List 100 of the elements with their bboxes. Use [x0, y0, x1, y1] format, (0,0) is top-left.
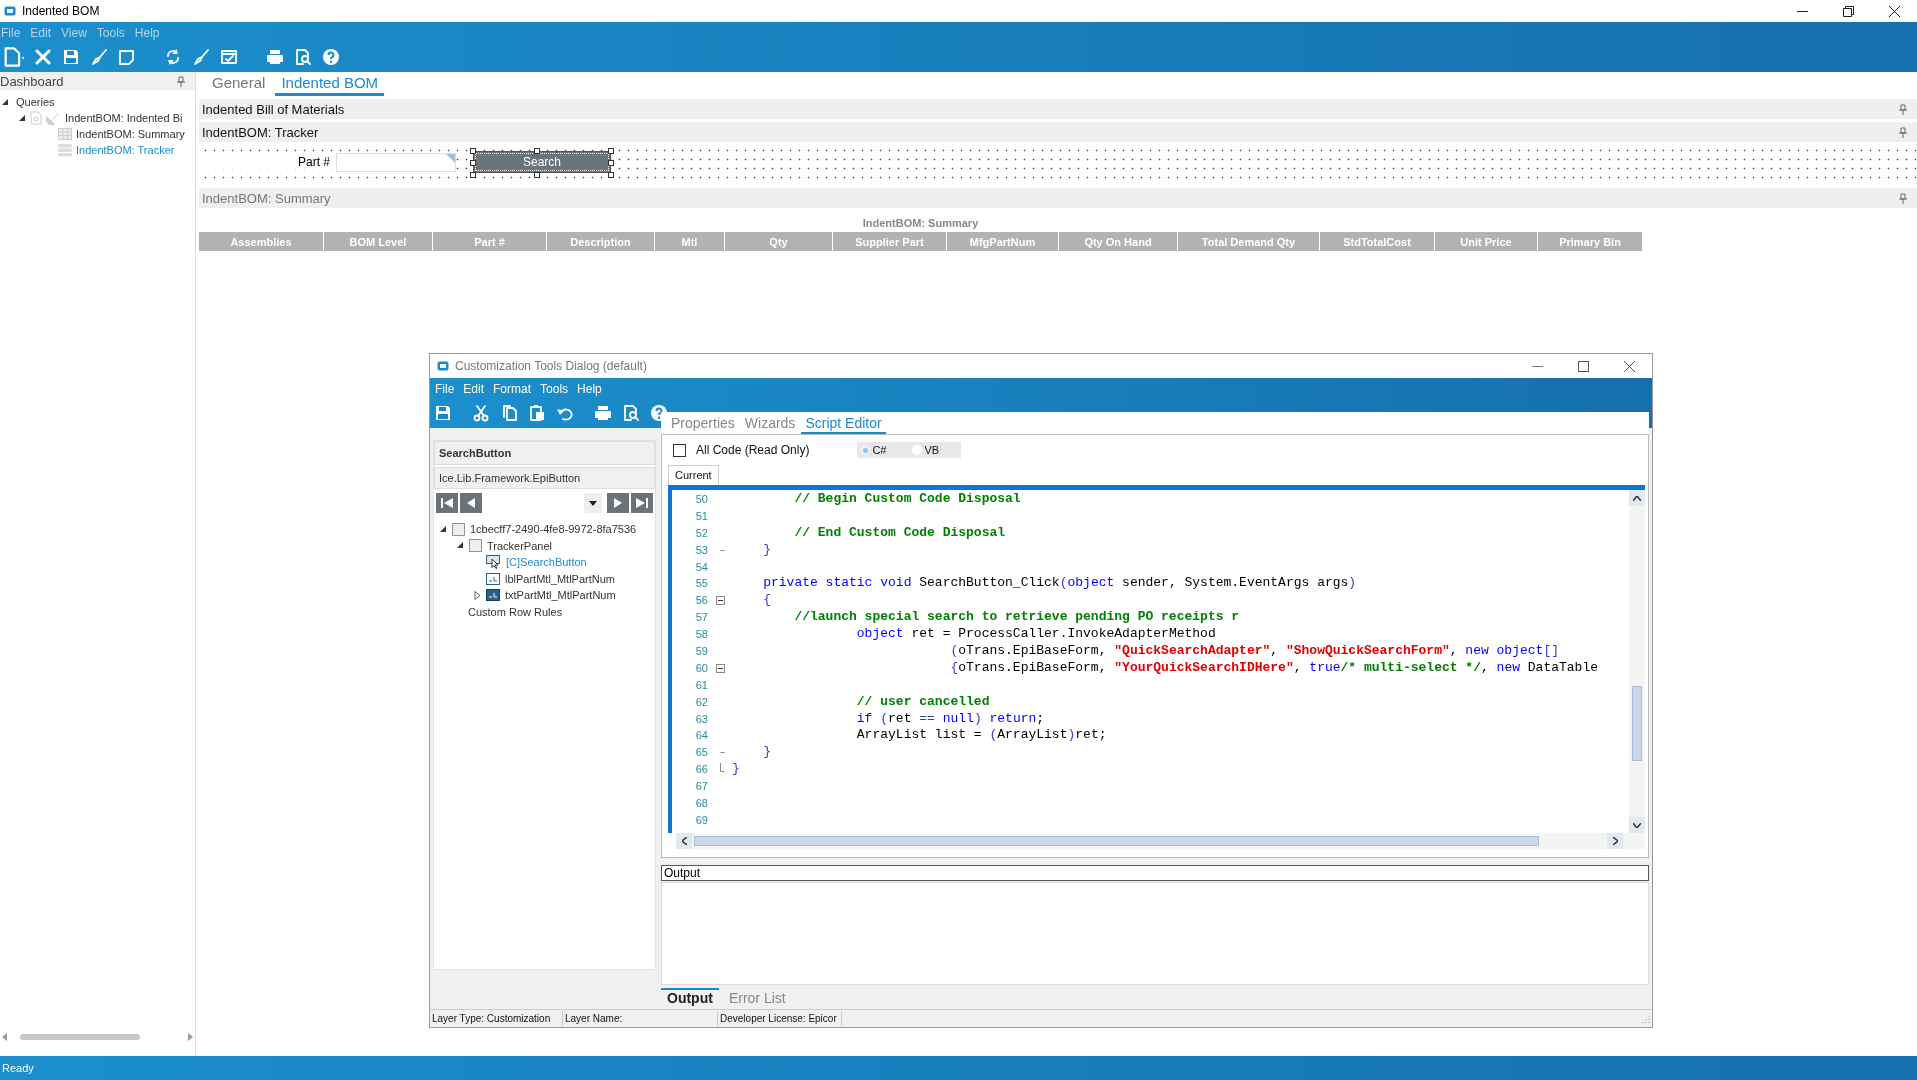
- collapse-icon[interactable]: [715, 596, 725, 606]
- save-icon[interactable]: [62, 48, 80, 66]
- line-number: 63: [695, 711, 708, 727]
- restore-icon[interactable]: [1842, 5, 1854, 17]
- pin-icon[interactable]: [177, 75, 185, 87]
- line-number: 57: [695, 610, 708, 626]
- column-header[interactable]: Qty On Hand: [1059, 232, 1178, 251]
- save-icon[interactable]: [434, 404, 452, 422]
- brush-icon[interactable]: [90, 48, 108, 66]
- menu-item[interactable]: Format: [493, 382, 532, 396]
- column-header[interactable]: Mtl: [655, 232, 725, 251]
- code-line: (oTrans.EpiBaseForm, "QuickSearchAdapter", "ShowQuickSearchForm", new object[]: [949, 643, 1559, 660]
- line-number: 62: [695, 694, 708, 710]
- new-document-icon[interactable]: [2, 46, 24, 68]
- column-header[interactable]: StdTotalCost: [1320, 232, 1435, 251]
- scroll-right-icon[interactable]: [1607, 833, 1623, 849]
- tree-item[interactable]: txtPartMtl_MtlPartNum: [505, 589, 616, 602]
- brush-icon[interactable]: [192, 48, 210, 66]
- first-button[interactable]: [436, 493, 458, 513]
- status-text: Developer License: Epicor: [718, 1011, 842, 1026]
- code-line: ArrayList list = (ArrayList)ret;: [855, 727, 1107, 745]
- app-icon: [4, 6, 16, 16]
- tree-item[interactable]: TrackerPanel: [487, 539, 552, 552]
- close-icon[interactable]: [1623, 360, 1635, 372]
- tab[interactable]: Error List: [722, 988, 792, 1008]
- collapsed-arrow-icon[interactable]: [474, 590, 481, 600]
- pin-icon[interactable]: [1899, 126, 1907, 138]
- resize-handle[interactable]: [534, 172, 540, 178]
- column-header[interactable]: Primary Bin: [1538, 232, 1643, 251]
- column-header[interactable]: MfgPartNum: [947, 232, 1059, 251]
- refresh-icon[interactable]: [164, 48, 182, 66]
- menu-item[interactable]: Help: [577, 382, 602, 396]
- column-header[interactable]: Description: [547, 232, 655, 251]
- column-header[interactable]: Qty: [725, 232, 833, 251]
- paste-icon[interactable]: [528, 404, 546, 422]
- radio-button[interactable]: [860, 445, 871, 455]
- tree-item[interactable]: Queries: [16, 96, 55, 108]
- tree-item[interactable]: Custom Row Rules: [468, 605, 563, 618]
- column-header[interactable]: Part #: [433, 232, 547, 251]
- checklist-window-icon[interactable]: [220, 48, 238, 66]
- textbox-icon: [486, 589, 500, 602]
- last-button[interactable]: [631, 493, 653, 513]
- help-icon[interactable]: [322, 48, 340, 66]
- last-icon: [634, 496, 650, 510]
- part-number-field[interactable]: [336, 152, 456, 172]
- dropdown-button[interactable]: [584, 493, 602, 513]
- tab[interactable]: Properties: [667, 415, 739, 434]
- pin-icon[interactable]: [1899, 192, 1907, 204]
- code-line: if (ret == null) return;: [855, 710, 1045, 728]
- resize-handle[interactable]: [534, 148, 540, 154]
- expanded-arrow-icon[interactable]: [2, 98, 9, 106]
- scroll-up-icon[interactable]: [1629, 490, 1645, 506]
- close-icon[interactable]: [1888, 5, 1900, 17]
- column-header[interactable]: Supplier Part: [833, 232, 947, 251]
- tree-item[interactable]: IndentBOM: Summary: [76, 128, 185, 140]
- tree-item[interactable]: lblPartMtl_MtlPartNum: [505, 572, 616, 585]
- note-icon[interactable]: [118, 48, 136, 66]
- collapse-icon[interactable]: [715, 663, 725, 673]
- tree-item[interactable]: IndentBOM: Tracker: [76, 144, 175, 156]
- tab[interactable]: Output: [661, 988, 719, 1008]
- previous-button[interactable]: [460, 493, 482, 513]
- tree-item[interactable]: [C]SearchButton: [506, 556, 587, 569]
- window-title: Indented BOM: [22, 4, 100, 18]
- checkbox[interactable]: [673, 443, 686, 457]
- cut-icon[interactable]: [472, 404, 490, 422]
- next-button[interactable]: [607, 493, 629, 513]
- menu-item[interactable]: Edit: [463, 382, 485, 396]
- tab[interactable]: General: [206, 74, 272, 96]
- document-search-icon: [29, 111, 43, 125]
- column-header[interactable]: Assemblies: [199, 232, 324, 251]
- print-icon[interactable]: [594, 404, 612, 422]
- maximize-icon[interactable]: [1577, 360, 1589, 372]
- preview-icon[interactable]: [294, 48, 312, 66]
- code-line: // End Custom Code Disposal: [793, 524, 1006, 542]
- code-line: // Begin Custom Code Disposal: [793, 491, 1021, 508]
- code-line: {oTrans.EpiBaseForm, "YourQuickSearchIDHere", true/* multi-select */, new DataTable: [949, 659, 1598, 677]
- menu-item[interactable]: File: [435, 382, 455, 396]
- column-header[interactable]: Unit Price: [1435, 232, 1538, 251]
- expanded-arrow-icon[interactable]: [440, 525, 447, 533]
- resize-grip-icon[interactable]: [1642, 1014, 1650, 1023]
- column-header[interactable]: BOM Level: [324, 232, 433, 251]
- pin-icon[interactable]: [1899, 103, 1907, 115]
- print-icon[interactable]: [266, 48, 284, 66]
- tab[interactable]: Indented BOM: [275, 74, 385, 96]
- line-number: 68: [695, 796, 708, 812]
- tab[interactable]: Wizards: [740, 415, 800, 434]
- tree-item[interactable]: IndentBOM: Indented Bi: [65, 112, 183, 124]
- menu-item[interactable]: Tools: [540, 382, 569, 396]
- line-number: 55: [695, 576, 708, 592]
- preview-icon[interactable]: [622, 404, 640, 422]
- tab[interactable]: Current: [668, 465, 719, 485]
- search-button[interactable]: Search: [473, 151, 611, 173]
- expanded-arrow-icon[interactable]: [457, 542, 464, 550]
- column-header[interactable]: Total Demand Qty: [1178, 232, 1320, 251]
- tree-item[interactable]: 1cbecff7-2490-4fe8-9972-8fa7536: [470, 523, 637, 536]
- expanded-arrow-icon[interactable]: [19, 114, 26, 122]
- line-number: 61: [695, 677, 708, 693]
- scroll-left-icon[interactable]: [676, 833, 692, 849]
- scroll-down-icon[interactable]: [1629, 817, 1645, 833]
- copy-icon[interactable]: [500, 404, 518, 422]
